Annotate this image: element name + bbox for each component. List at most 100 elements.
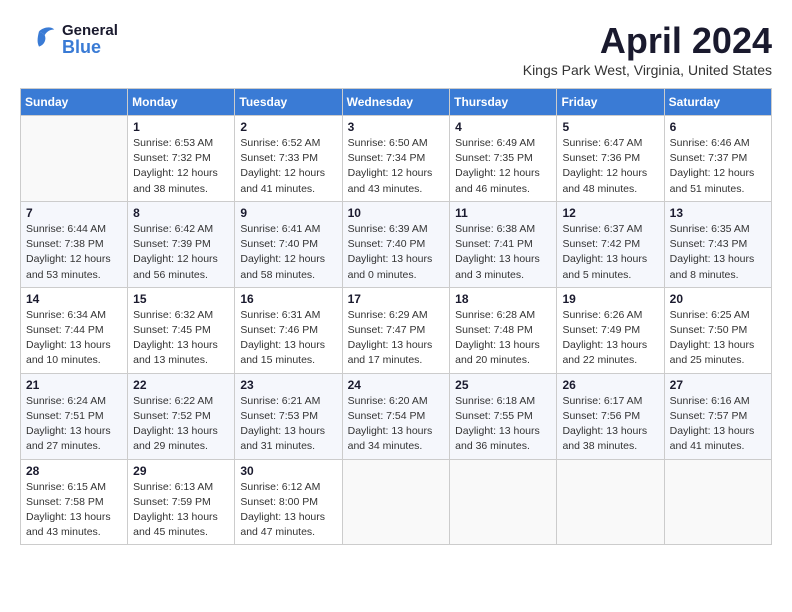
calendar-cell: 13Sunrise: 6:35 AM Sunset: 7:43 PM Dayli…	[664, 201, 771, 287]
calendar-header-tuesday: Tuesday	[235, 89, 342, 116]
calendar-cell: 29 Sunrise: 6:13 AM Sunset: 7:59 PM Dayli…	[128, 459, 235, 545]
day-number: 5	[562, 120, 658, 134]
calendar-header-thursday: Thursday	[450, 89, 557, 116]
day-number: 13	[670, 206, 766, 220]
day-info: Sunrise: 6:39 AM Sunset: 7:40 PM Dayligh…	[348, 222, 445, 283]
calendar-cell	[342, 459, 450, 545]
day-info: Sunrise: 6:44 AM Sunset: 7:38 PM Dayligh…	[26, 222, 122, 283]
logo-icon	[20, 20, 58, 58]
day-info: Sunrise: 6:17 AM Sunset: 7:56 PM Dayligh…	[562, 394, 658, 455]
logo: General Blue	[20, 20, 118, 58]
day-info: Sunrise: 6:20 AM Sunset: 7:54 PM Dayligh…	[348, 394, 445, 455]
day-number: 3	[348, 120, 445, 134]
day-number: 11	[455, 206, 551, 220]
calendar-cell: 5 Sunrise: 6:47 AM Sunset: 7:36 PM Daylig…	[557, 116, 664, 202]
day-number: 30	[240, 464, 336, 478]
day-info: Sunrise: 6:15 AM Sunset: 7:58 PM Dayligh…	[26, 480, 122, 541]
day-info: Sunrise: 6:22 AM Sunset: 7:52 PM Dayligh…	[133, 394, 229, 455]
calendar-cell: 7 Sunrise: 6:44 AM Sunset: 7:38 PM Daylig…	[21, 201, 128, 287]
day-info: Sunrise: 6:31 AM Sunset: 7:46 PM Dayligh…	[240, 308, 336, 369]
calendar-cell	[450, 459, 557, 545]
calendar-header-row: SundayMondayTuesdayWednesdayThursdayFrid…	[21, 89, 772, 116]
day-number: 26	[562, 378, 658, 392]
calendar-cell: 12Sunrise: 6:37 AM Sunset: 7:42 PM Dayli…	[557, 201, 664, 287]
calendar-week-1: 1 Sunrise: 6:53 AM Sunset: 7:32 PM Daylig…	[21, 116, 772, 202]
day-info: Sunrise: 6:41 AM Sunset: 7:40 PM Dayligh…	[240, 222, 336, 283]
calendar-cell: 21Sunrise: 6:24 AM Sunset: 7:51 PM Dayli…	[21, 373, 128, 459]
day-number: 19	[562, 292, 658, 306]
calendar-header-saturday: Saturday	[664, 89, 771, 116]
calendar-cell: 2 Sunrise: 6:52 AM Sunset: 7:33 PM Daylig…	[235, 116, 342, 202]
day-number: 24	[348, 378, 445, 392]
day-number: 4	[455, 120, 551, 134]
calendar-cell	[557, 459, 664, 545]
day-number: 25	[455, 378, 551, 392]
day-info: Sunrise: 6:52 AM Sunset: 7:33 PM Dayligh…	[240, 136, 336, 197]
calendar-week-5: 28Sunrise: 6:15 AM Sunset: 7:58 PM Dayli…	[21, 459, 772, 545]
calendar-cell: 22 Sunrise: 6:22 AM Sunset: 7:52 PM Dayli…	[128, 373, 235, 459]
calendar-cell: 3 Sunrise: 6:50 AM Sunset: 7:34 PM Daylig…	[342, 116, 450, 202]
calendar-cell: 26 Sunrise: 6:17 AM Sunset: 7:56 PM Dayli…	[557, 373, 664, 459]
day-info: Sunrise: 6:49 AM Sunset: 7:35 PM Dayligh…	[455, 136, 551, 197]
calendar-cell	[664, 459, 771, 545]
day-number: 22	[133, 378, 229, 392]
day-number: 6	[670, 120, 766, 134]
day-number: 20	[670, 292, 766, 306]
calendar-cell: 18Sunrise: 6:28 AM Sunset: 7:48 PM Dayli…	[450, 287, 557, 373]
calendar-cell	[21, 116, 128, 202]
day-number: 21	[26, 378, 122, 392]
calendar-cell: 11 Sunrise: 6:38 AM Sunset: 7:41 PM Dayli…	[450, 201, 557, 287]
calendar-week-2: 7 Sunrise: 6:44 AM Sunset: 7:38 PM Daylig…	[21, 201, 772, 287]
day-info: Sunrise: 6:46 AM Sunset: 7:37 PM Dayligh…	[670, 136, 766, 197]
day-info: Sunrise: 6:25 AM Sunset: 7:50 PM Dayligh…	[670, 308, 766, 369]
day-info: Sunrise: 6:34 AM Sunset: 7:44 PM Dayligh…	[26, 308, 122, 369]
day-number: 7	[26, 206, 122, 220]
calendar-cell: 25 Sunrise: 6:18 AM Sunset: 7:55 PM Dayli…	[450, 373, 557, 459]
day-info: Sunrise: 6:50 AM Sunset: 7:34 PM Dayligh…	[348, 136, 445, 197]
calendar-cell: 17 Sunrise: 6:29 AM Sunset: 7:47 PM Dayli…	[342, 287, 450, 373]
day-info: Sunrise: 6:53 AM Sunset: 7:32 PM Dayligh…	[133, 136, 229, 197]
calendar-header-wednesday: Wednesday	[342, 89, 450, 116]
day-info: Sunrise: 6:13 AM Sunset: 7:59 PM Dayligh…	[133, 480, 229, 541]
day-number: 17	[348, 292, 445, 306]
calendar-cell: 16Sunrise: 6:31 AM Sunset: 7:46 PM Dayli…	[235, 287, 342, 373]
logo-blue-text: Blue	[62, 38, 118, 56]
calendar-cell: 6 Sunrise: 6:46 AM Sunset: 7:37 PM Daylig…	[664, 116, 771, 202]
day-number: 1	[133, 120, 229, 134]
calendar-cell: 8Sunrise: 6:42 AM Sunset: 7:39 PM Daylig…	[128, 201, 235, 287]
day-info: Sunrise: 6:26 AM Sunset: 7:49 PM Dayligh…	[562, 308, 658, 369]
calendar-week-3: 14Sunrise: 6:34 AM Sunset: 7:44 PM Dayli…	[21, 287, 772, 373]
logo-text: General Blue	[62, 23, 118, 56]
day-number: 23	[240, 378, 336, 392]
calendar-week-4: 21Sunrise: 6:24 AM Sunset: 7:51 PM Dayli…	[21, 373, 772, 459]
day-info: Sunrise: 6:47 AM Sunset: 7:36 PM Dayligh…	[562, 136, 658, 197]
day-info: Sunrise: 6:12 AM Sunset: 8:00 PM Dayligh…	[240, 480, 336, 541]
day-info: Sunrise: 6:16 AM Sunset: 7:57 PM Dayligh…	[670, 394, 766, 455]
calendar-header-friday: Friday	[557, 89, 664, 116]
day-number: 12	[562, 206, 658, 220]
calendar-cell: 4 Sunrise: 6:49 AM Sunset: 7:35 PM Daylig…	[450, 116, 557, 202]
day-info: Sunrise: 6:18 AM Sunset: 7:55 PM Dayligh…	[455, 394, 551, 455]
calendar-cell: 28Sunrise: 6:15 AM Sunset: 7:58 PM Dayli…	[21, 459, 128, 545]
calendar-cell: 23 Sunrise: 6:21 AM Sunset: 7:53 PM Dayli…	[235, 373, 342, 459]
calendar-cell: 9 Sunrise: 6:41 AM Sunset: 7:40 PM Daylig…	[235, 201, 342, 287]
day-number: 8	[133, 206, 229, 220]
calendar-cell: 15Sunrise: 6:32 AM Sunset: 7:45 PM Dayli…	[128, 287, 235, 373]
location-text: Kings Park West, Virginia, United States	[523, 62, 772, 78]
calendar-cell: 14Sunrise: 6:34 AM Sunset: 7:44 PM Dayli…	[21, 287, 128, 373]
day-info: Sunrise: 6:21 AM Sunset: 7:53 PM Dayligh…	[240, 394, 336, 455]
calendar-cell: 19 Sunrise: 6:26 AM Sunset: 7:49 PM Dayli…	[557, 287, 664, 373]
calendar-cell: 30 Sunrise: 6:12 AM Sunset: 8:00 PM Dayli…	[235, 459, 342, 545]
day-info: Sunrise: 6:38 AM Sunset: 7:41 PM Dayligh…	[455, 222, 551, 283]
logo-general-text: General	[62, 23, 118, 38]
day-info: Sunrise: 6:29 AM Sunset: 7:47 PM Dayligh…	[348, 308, 445, 369]
calendar-cell: 20 Sunrise: 6:25 AM Sunset: 7:50 PM Dayli…	[664, 287, 771, 373]
day-number: 10	[348, 206, 445, 220]
month-title: April 2024	[523, 20, 772, 62]
day-number: 2	[240, 120, 336, 134]
day-number: 15	[133, 292, 229, 306]
day-number: 29	[133, 464, 229, 478]
day-info: Sunrise: 6:28 AM Sunset: 7:48 PM Dayligh…	[455, 308, 551, 369]
day-number: 27	[670, 378, 766, 392]
day-number: 9	[240, 206, 336, 220]
